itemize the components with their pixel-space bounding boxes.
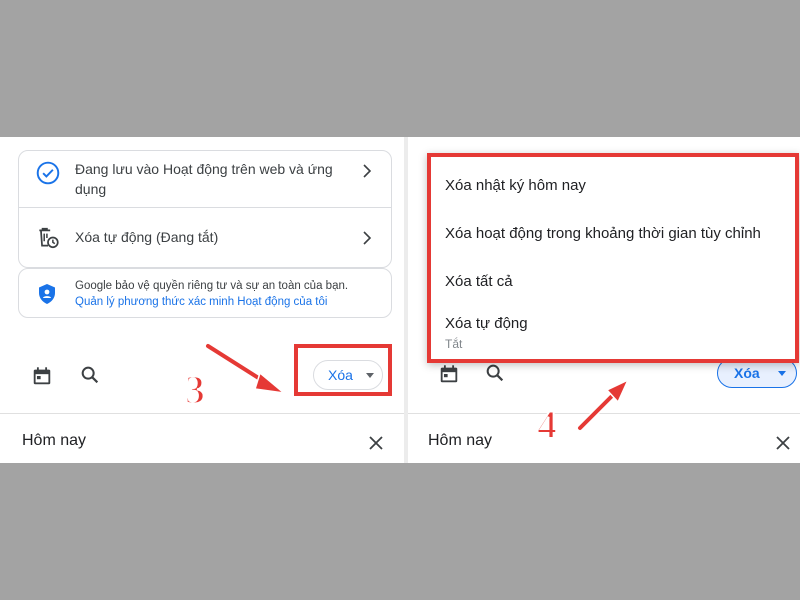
caret-down-icon [778, 371, 786, 376]
search-icon[interactable] [484, 362, 506, 384]
divider [408, 413, 800, 414]
close-icon[interactable] [774, 434, 792, 452]
menu-item-delete-custom-range[interactable]: Xóa hoạt động trong khoảng thời gian tùy… [445, 225, 761, 242]
chevron-right-icon [363, 164, 372, 178]
calendar-icon[interactable] [31, 365, 53, 387]
shield-icon [39, 284, 55, 304]
highlight-box [294, 344, 392, 396]
chevron-right-icon [363, 231, 372, 245]
step-number-3: 3 [184, 366, 206, 413]
check-circle-icon [36, 161, 60, 185]
section-title: Hôm nay [22, 432, 87, 449]
right-screen: Xóa Hôm nay Xóa nhật ký hôm nay Xóa hoạt… [408, 137, 800, 463]
section-title: Hôm nay [428, 432, 493, 449]
privacy-card: Google bảo vệ quyền riêng tư và sự an to… [18, 268, 392, 318]
calendar-icon[interactable] [438, 363, 460, 385]
divider [0, 413, 404, 414]
left-screen: Đang lưu vào Hoạt động trên web và ứng d… [0, 137, 404, 463]
auto-delete-label: Xóa tự động (Đang tắt) [75, 229, 219, 245]
close-icon[interactable] [367, 434, 385, 452]
menu-item-delete-today[interactable]: Xóa nhật ký hôm nay [445, 177, 586, 194]
delete-button-label: Xóa [734, 365, 760, 381]
search-icon[interactable] [79, 364, 101, 386]
delete-options-menu: Xóa nhật ký hôm nay Xóa hoạt động trong … [427, 153, 799, 363]
menu-item-auto-delete[interactable]: Xóa tự động [445, 315, 528, 332]
step-number-4: 4 [536, 401, 558, 448]
auto-delete-row[interactable]: Xóa tự động (Đang tắt) [19, 208, 391, 268]
web-app-activity-row[interactable]: Đang lưu vào Hoạt động trên web và ứng d… [19, 151, 391, 208]
auto-delete-icon [39, 227, 59, 249]
menu-item-delete-all[interactable]: Xóa tất cả [445, 273, 513, 290]
auto-delete-status: Tắt [445, 337, 463, 351]
privacy-text: Google bảo vệ quyền riêng tư và sự an to… [75, 280, 349, 292]
web-app-activity-label: Đang lưu vào Hoạt động trên web và ứng d… [75, 161, 333, 197]
verification-link[interactable]: Quản lý phương thức xác minh Hoạt động c… [75, 294, 327, 310]
activity-settings-card: Đang lưu vào Hoạt động trên web và ứng d… [18, 150, 392, 268]
